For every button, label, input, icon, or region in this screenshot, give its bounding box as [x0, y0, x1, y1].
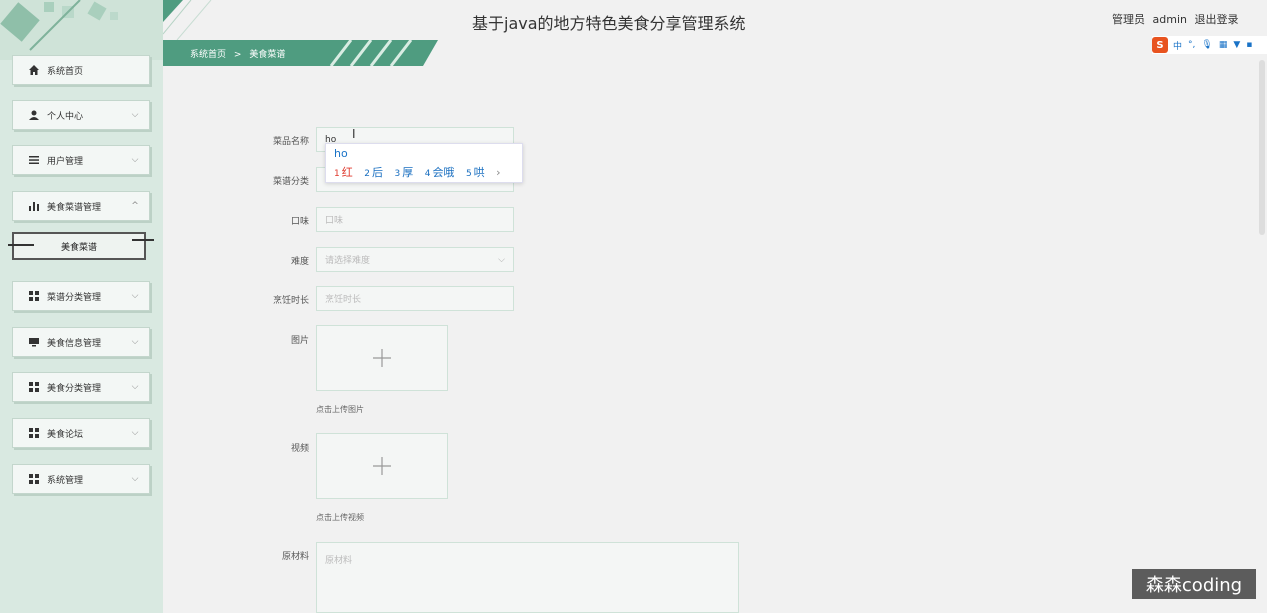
image-upload-button[interactable] [316, 325, 448, 391]
sidebar-item-label: 美食论坛 [47, 429, 84, 440]
image-label: 图片 [290, 336, 309, 346]
microphone-icon[interactable]: 🎙 [1201, 40, 1212, 50]
ingredients-placeholder: 原材料 [325, 556, 353, 566]
sidebar-item-system[interactable]: 系统管理 ⌵ [12, 464, 150, 494]
chevron-down-icon: ⌵ [131, 337, 139, 347]
monitor-icon [28, 336, 40, 348]
duration-input[interactable]: 烹饪时长 [316, 286, 514, 311]
logout-link[interactable]: 退出登录 [1194, 13, 1238, 26]
chevron-up-icon: ^ [131, 201, 139, 211]
name-label: 菜品名称 [272, 137, 309, 147]
grid-icon [28, 473, 40, 485]
text-cursor-icon: I [352, 127, 356, 141]
taste-placeholder: 口味 [325, 216, 344, 226]
grid-icon [28, 427, 40, 439]
ime-lang-toggle[interactable]: 中 [1173, 39, 1182, 52]
sidebar: 系统首页 个人中心 ⌵ 用户管理 ⌵ 美食菜谱管理 ^ 美食菜谱 菜谱分类管理 … [0, 0, 163, 613]
breadcrumb-current: 美食菜谱 [249, 50, 286, 60]
difficulty-placeholder: 请选择难度 [325, 256, 371, 266]
ime-candidate[interactable]: 5哄 [466, 166, 485, 179]
ime-punct-toggle[interactable]: °, [1188, 40, 1195, 50]
taste-label: 口味 [290, 217, 309, 227]
ime-next-page-button[interactable]: › [496, 166, 500, 179]
sogou-logo-icon: S [1152, 37, 1168, 53]
ingredients-label: 原材料 [281, 552, 309, 562]
sidebar-decoration [0, 0, 163, 60]
keyboard-icon[interactable]: ▦ [1219, 40, 1228, 50]
chevron-down-icon: ⌵ [131, 291, 139, 301]
ime-candidate-list: 1红 2后 3厚 4 会哦 5哄 › [334, 164, 501, 180]
bar-chart-icon [28, 200, 40, 212]
selection-marker [132, 239, 154, 241]
video-upload-button[interactable] [316, 433, 448, 499]
breadcrumb: 系统首页 > 美食菜谱 [190, 47, 285, 60]
sidebar-item-label: 美食菜谱管理 [47, 202, 102, 213]
user-info: 管理员 admin 退出登录 [1112, 11, 1242, 27]
toolbox-icon[interactable]: ▪ [1246, 40, 1252, 50]
video-label: 视频 [290, 444, 309, 454]
image-upload-hint: 点击上传图片 [316, 405, 364, 414]
sidebar-item-food-info[interactable]: 美食信息管理 ⌵ [12, 327, 150, 357]
chevron-down-icon: ⌵ [131, 474, 139, 484]
ime-candidate[interactable]: 2后 [364, 166, 383, 179]
breadcrumb-home[interactable]: 系统首页 [190, 50, 226, 60]
header-decoration [163, 0, 212, 40]
sidebar-item-forum[interactable]: 美食论坛 ⌵ [12, 418, 150, 448]
person-icon [28, 109, 40, 121]
difficulty-select[interactable]: 请选择难度 ⌵ [316, 247, 514, 272]
sidebar-item-label: 美食信息管理 [47, 338, 102, 349]
grid-icon [28, 290, 40, 302]
chevron-down-icon: ⌵ [131, 155, 139, 165]
duration-placeholder: 烹饪时长 [325, 295, 362, 305]
sidebar-item-user-management[interactable]: 用户管理 ⌵ [12, 145, 150, 175]
ingredients-textarea[interactable]: 原材料 [316, 542, 739, 613]
user-role: 管理员 [1112, 13, 1145, 26]
watermark: 森森coding [1132, 569, 1256, 599]
plus-icon [373, 457, 391, 475]
sidebar-item-personal-center[interactable]: 个人中心 ⌵ [12, 100, 150, 130]
scrollbar[interactable] [1259, 60, 1265, 235]
ime-candidate[interactable]: 4 会哦 [425, 166, 455, 179]
sidebar-item-label: 菜谱分类管理 [47, 292, 102, 303]
ime-candidate[interactable]: 1红 [334, 166, 353, 179]
selection-marker [8, 244, 34, 246]
chevron-down-icon: ⌵ [131, 382, 139, 392]
username: admin [1152, 13, 1187, 26]
taste-input[interactable]: 口味 [316, 207, 514, 232]
sidebar-subitem-label: 美食菜谱 [60, 242, 97, 253]
sidebar-item-recipe-category[interactable]: 菜谱分类管理 ⌵ [12, 281, 150, 311]
plus-icon [373, 349, 391, 367]
sidebar-item-label: 个人中心 [47, 111, 84, 122]
ime-candidate[interactable]: 3厚 [394, 166, 413, 179]
ime-candidate-popup: ho 1红 2后 3厚 4 会哦 5哄 › [325, 143, 523, 183]
home-icon [28, 64, 40, 76]
chevron-down-icon: ⌵ [498, 254, 505, 265]
sidebar-item-label: 美食分类管理 [47, 383, 102, 394]
sidebar-item-label: 用户管理 [47, 156, 84, 167]
sidebar-item-recipe-management[interactable]: 美食菜谱管理 ^ [12, 191, 150, 221]
ime-composition: ho [334, 147, 348, 160]
skin-icon[interactable]: ▼ [1233, 40, 1240, 50]
chevron-down-icon: ⌵ [131, 110, 139, 120]
breadcrumb-separator: > [233, 50, 242, 60]
category-label: 菜谱分类 [272, 177, 309, 187]
sidebar-subitem-recipes[interactable]: 美食菜谱 [12, 232, 146, 260]
duration-label: 烹饪时长 [272, 296, 309, 306]
grid-icon [28, 381, 40, 393]
sidebar-item-label: 系统首页 [47, 66, 84, 77]
chevron-down-icon: ⌵ [131, 428, 139, 438]
sidebar-item-label: 系统管理 [47, 475, 84, 486]
sidebar-item-home[interactable]: 系统首页 [12, 55, 150, 85]
page-title: 基于java的地方特色美食分享管理系统 [472, 14, 746, 33]
ime-toolbar[interactable]: S 中 °, 🎙 ▦ ▼ ▪ [1152, 36, 1267, 54]
list-icon [28, 154, 40, 166]
difficulty-label: 难度 [290, 257, 309, 267]
video-upload-hint: 点击上传视频 [316, 513, 364, 522]
sidebar-item-food-category[interactable]: 美食分类管理 ⌵ [12, 372, 150, 402]
